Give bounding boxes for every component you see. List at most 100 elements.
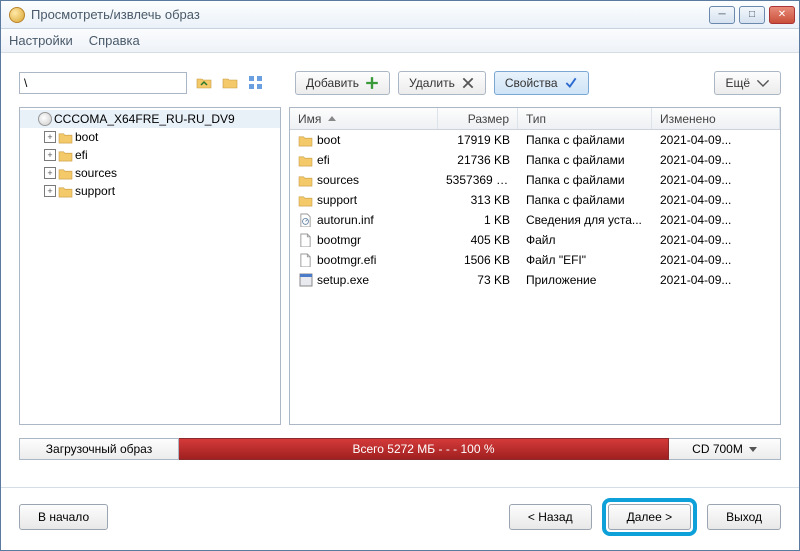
file-type: Файл "EFI" — [518, 253, 652, 267]
table-row[interactable]: setup.exe 73 KBПриложение2021-04-09... — [290, 270, 780, 290]
chevron-down-icon — [756, 76, 770, 90]
add-label: Добавить — [306, 76, 359, 90]
open-folder-icon[interactable] — [221, 74, 239, 92]
remove-label: Удалить — [409, 76, 455, 90]
file-modified: 2021-04-09... — [652, 133, 780, 147]
disc-icon — [38, 112, 52, 126]
path-input[interactable] — [19, 72, 187, 94]
file-modified: 2021-04-09... — [652, 153, 780, 167]
col-size[interactable]: Размер — [438, 108, 518, 129]
delete-x-icon — [461, 76, 475, 90]
file-name: setup.exe — [317, 273, 369, 287]
file-modified: 2021-04-09... — [652, 233, 780, 247]
col-modified[interactable]: Изменено — [652, 108, 780, 129]
inf-icon — [298, 213, 313, 227]
file-modified: 2021-04-09... — [652, 193, 780, 207]
file-type: Папка с файлами — [518, 193, 652, 207]
tree-item-label: efi — [75, 148, 88, 162]
file-type: Папка с файлами — [518, 153, 652, 167]
progress-bar: Всего 5272 МБ - - - 100 % — [179, 438, 669, 460]
separator — [1, 487, 799, 488]
file-name: boot — [317, 133, 340, 147]
status-label: Загрузочный образ — [19, 438, 179, 460]
properties-button[interactable]: Свойства — [494, 71, 589, 95]
col-name[interactable]: Имя — [290, 108, 438, 129]
window-title: Просмотреть/извлечь образ — [31, 7, 709, 22]
file-size: 21736 KB — [438, 153, 518, 167]
menu-help[interactable]: Справка — [89, 33, 140, 48]
disc-size-select[interactable]: CD 700M — [669, 438, 781, 460]
folder-icon — [298, 153, 313, 167]
view-icons-icon[interactable] — [247, 74, 265, 92]
tree-item[interactable]: + sources — [20, 164, 280, 182]
minimize-button[interactable]: ─ — [709, 6, 735, 24]
next-button[interactable]: Далее > — [608, 504, 692, 530]
tree-root[interactable]: CCCOMA_X64FRE_RU-RU_DV9 — [20, 110, 280, 128]
col-type[interactable]: Тип — [518, 108, 652, 129]
tree-item[interactable]: + support — [20, 182, 280, 200]
folder-icon — [58, 131, 73, 144]
menubar: Настройки Справка — [1, 29, 799, 53]
folder-icon — [298, 173, 313, 187]
file-icon — [298, 253, 313, 267]
close-button[interactable]: ✕ — [769, 6, 795, 24]
folder-icon — [58, 149, 73, 162]
titlebar: Просмотреть/извлечь образ ─ □ ✕ — [1, 1, 799, 29]
toolbar: Добавить Удалить Свойства Ещё — [19, 71, 781, 95]
file-name: support — [317, 193, 357, 207]
file-size: 405 KB — [438, 233, 518, 247]
table-row[interactable]: autorun.inf1 KBСведения для уста...2021-… — [290, 210, 780, 230]
list-panel: Имя Размер Тип Изменено boot17919 KBПапк… — [289, 107, 781, 425]
folder-icon — [298, 133, 313, 147]
tree-item-label: sources — [75, 166, 117, 180]
table-row[interactable]: sources5357369 KBПапка с файлами2021-04-… — [290, 170, 780, 190]
tree-item[interactable]: + boot — [20, 128, 280, 146]
more-label: Ещё — [725, 76, 750, 90]
maximize-button[interactable]: □ — [739, 6, 765, 24]
file-icon — [298, 233, 313, 247]
table-row[interactable]: support313 KBПапка с файлами2021-04-09..… — [290, 190, 780, 210]
next-highlight: Далее > — [602, 498, 698, 536]
properties-label: Свойства — [505, 76, 558, 90]
tree-root-label: CCCOMA_X64FRE_RU-RU_DV9 — [54, 112, 235, 126]
file-size: 1506 KB — [438, 253, 518, 267]
tree-item[interactable]: + efi — [20, 146, 280, 164]
up-folder-icon[interactable] — [195, 74, 213, 92]
file-name: autorun.inf — [317, 213, 374, 227]
plus-icon — [365, 76, 379, 90]
table-row[interactable]: efi 21736 KBПапка с файлами2021-04-09... — [290, 150, 780, 170]
more-button[interactable]: Ещё — [714, 71, 781, 95]
file-type: Приложение — [518, 273, 652, 287]
file-name: bootmgr — [317, 233, 361, 247]
file-type: Папка с файлами — [518, 173, 652, 187]
file-size: 5357369 KB — [438, 173, 518, 187]
remove-button[interactable]: Удалить — [398, 71, 486, 95]
check-icon — [564, 76, 578, 90]
back-button[interactable]: < Назад — [509, 504, 592, 530]
file-size: 73 KB — [438, 273, 518, 287]
app-icon — [9, 7, 25, 23]
expander-icon[interactable]: + — [44, 131, 56, 143]
menu-settings[interactable]: Настройки — [9, 33, 73, 48]
exit-button[interactable]: Выход — [707, 504, 781, 530]
expander-icon[interactable]: + — [44, 185, 56, 197]
list-header: Имя Размер Тип Изменено — [290, 108, 780, 130]
add-button[interactable]: Добавить — [295, 71, 390, 95]
exe-icon — [298, 273, 313, 287]
file-modified: 2021-04-09... — [652, 273, 780, 287]
file-name: bootmgr.efi — [317, 253, 376, 267]
table-row[interactable]: boot17919 KBПапка с файлами2021-04-09... — [290, 130, 780, 150]
table-row[interactable]: bootmgr.efi1506 KBФайл "EFI"2021-04-09..… — [290, 250, 780, 270]
expander-icon[interactable]: + — [44, 167, 56, 179]
expander-icon[interactable]: + — [44, 149, 56, 161]
folder-icon — [58, 185, 73, 198]
table-row[interactable]: bootmgr405 KBФайл2021-04-09... — [290, 230, 780, 250]
file-size: 1 KB — [438, 213, 518, 227]
start-button[interactable]: В начало — [19, 504, 108, 530]
disc-size-value: CD 700M — [692, 442, 743, 456]
file-name: sources — [317, 173, 359, 187]
file-name: efi — [317, 153, 330, 167]
tree-panel: CCCOMA_X64FRE_RU-RU_DV9+ boot+ efi+ sour… — [19, 107, 281, 425]
folder-icon — [58, 167, 73, 180]
footer: В начало < Назад Далее > Выход — [1, 498, 799, 550]
